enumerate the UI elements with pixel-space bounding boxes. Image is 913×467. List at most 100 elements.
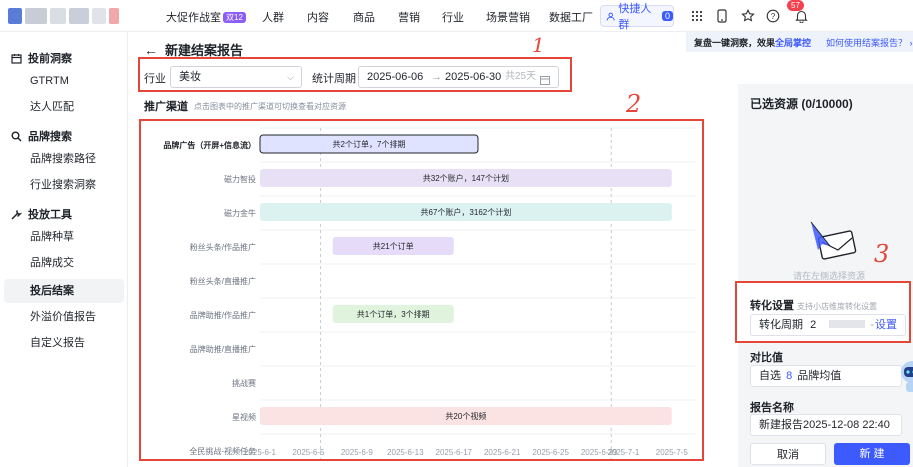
nav-item[interactable]: 场景营销 bbox=[486, 9, 530, 25]
x-tick-label: 2025-6-21 bbox=[484, 448, 521, 457]
bar-label: 共67个账户，3162个计划 bbox=[421, 207, 512, 217]
nav-item[interactable]: 营销 bbox=[398, 9, 420, 25]
quick-audience-count: 0 bbox=[661, 11, 673, 21]
sidebar-group-label: 投前洞察 bbox=[28, 53, 72, 65]
sidebar: 投前洞察 GTRTM 达人匹配 品牌搜索 品牌搜索路径 行业搜索洞察 投放工具 … bbox=[0, 32, 128, 467]
nav-item[interactable]: 人群 bbox=[262, 9, 284, 25]
compare-b: 品牌均值 bbox=[797, 370, 842, 382]
row-label: 品牌助推/作品推广 bbox=[190, 310, 256, 320]
people-icon bbox=[606, 12, 615, 20]
help-link[interactable]: 如何使用结案报告？ › bbox=[826, 36, 913, 49]
bar-label: 共21个订单 bbox=[373, 241, 414, 251]
star-check-icon[interactable] bbox=[740, 8, 756, 24]
row-label: 粉丝头条/直播推广 bbox=[190, 276, 256, 286]
date-range-picker[interactable]: 2025-06-06 → 2025-06-30 共25天 bbox=[358, 66, 559, 88]
sidebar-item-kol-match[interactable]: 达人匹配 bbox=[4, 95, 124, 119]
back-arrow-icon[interactable]: ← bbox=[144, 43, 158, 57]
conversion-period-field[interactable]: 转化周期 2 - 设置 bbox=[750, 314, 906, 336]
quick-audience-button[interactable]: 快捷人群 0 bbox=[600, 3, 674, 31]
studio-badge: 双12 bbox=[223, 12, 246, 23]
nav-item[interactable]: 行业 bbox=[442, 9, 464, 25]
row-label: 磁力智投 bbox=[224, 174, 256, 184]
apps-icon[interactable] bbox=[689, 8, 705, 24]
sidebar-group-label: 投放工具 bbox=[28, 209, 72, 221]
selected-title: 已选资源 (0/10000) bbox=[750, 97, 853, 111]
brand-logo[interactable] bbox=[8, 8, 120, 24]
annotation-number-2: 2 bbox=[626, 90, 642, 118]
gantt-chart: 品牌广告（开屏+信息流） 磁力智投磁力金牛粉丝头条/作品推广粉丝头条/直播推广品牌… bbox=[163, 127, 696, 459]
report-name-value: 新建报告2025-12-08 22:40 bbox=[759, 419, 890, 431]
sidebar-item-industry-search[interactable]: 行业搜索洞察 bbox=[4, 173, 124, 197]
channel-hint: 点击图表中的推广渠道可切换查看对应资源 bbox=[194, 102, 346, 111]
create-button[interactable]: 新 建 bbox=[834, 443, 910, 465]
quick-audience-label: 快捷人群 bbox=[618, 3, 652, 31]
sidebar-item-custom-report[interactable]: 自定义报告 bbox=[4, 331, 124, 355]
sidebar-item-brand-seeding[interactable]: 品牌种草 bbox=[4, 225, 124, 249]
conversion-sub: 支持小店维度转化设置 bbox=[797, 302, 877, 311]
nav-item[interactable]: 商品 bbox=[353, 9, 375, 25]
compare-a: 自选 bbox=[759, 370, 781, 382]
sidebar-group-search[interactable]: 品牌搜索 bbox=[10, 128, 72, 144]
notification-badge: 57 bbox=[787, 0, 804, 11]
sidebar-item-gtrtm[interactable]: GTRTM bbox=[4, 69, 124, 93]
nav-item[interactable]: 内容 bbox=[307, 9, 329, 25]
industry-label: 行业 bbox=[144, 73, 166, 85]
sidebar-item-brand-search-path[interactable]: 品牌搜索路径 bbox=[4, 147, 124, 171]
empty-illustration-icon bbox=[810, 221, 857, 260]
channel-title: 推广渠道 bbox=[144, 101, 188, 113]
sidebar-item-post-campaign[interactable]: 投后结案 bbox=[4, 279, 124, 303]
filter-row: 行业 美妆 ⌵ 统计周期 2025-06-06 → 2025-06-30 共25… bbox=[144, 66, 569, 88]
row-label: 粉丝头条/作品推广 bbox=[190, 242, 256, 252]
report-name-label: 报告名称 bbox=[750, 402, 794, 414]
compare-label: 对比值 bbox=[750, 352, 783, 364]
assistant-robot-icon[interactable] bbox=[898, 360, 913, 394]
top-bar: 大促作战室 双12 人群 内容 商品 营销 行业 场景营销 数据工厂 快捷人群 0… bbox=[0, 0, 913, 32]
conversion-field-label: 转化周期 bbox=[759, 319, 803, 331]
bar-label: 共2个订单，7个排期 bbox=[333, 139, 406, 149]
calendar-icon bbox=[10, 52, 22, 64]
sidebar-group-insight[interactable]: 投前洞察 bbox=[10, 50, 72, 66]
promo-banner: 复盘一键洞察，效果 全局掌控 如何使用结案报告？ › bbox=[686, 32, 913, 52]
row-label: 品牌助推/直播推广 bbox=[190, 344, 256, 354]
sidebar-group-label: 品牌搜索 bbox=[28, 131, 72, 143]
bar-label: 共20个视频 bbox=[445, 411, 486, 421]
x-tick-label: 2025-6-5 bbox=[292, 448, 325, 457]
help-link-label: 如何使用结案报告？ bbox=[826, 37, 908, 48]
row-label: 挑战赛 bbox=[232, 378, 256, 388]
blurred-value bbox=[829, 320, 866, 328]
help-icon[interactable]: ? bbox=[765, 8, 781, 24]
report-name-input[interactable]: 新建报告2025-12-08 22:40 bbox=[750, 414, 902, 436]
mobile-icon[interactable] bbox=[714, 8, 730, 24]
x-tick-label: 2025-6-9 bbox=[341, 448, 374, 457]
date-arrow: → bbox=[431, 71, 442, 83]
row-label: 品牌广告（开屏+信息流） bbox=[163, 140, 256, 150]
compare-num: 8 bbox=[786, 370, 793, 382]
sidebar-item-brand-conversion[interactable]: 品牌成交 bbox=[4, 251, 124, 275]
x-tick-label: 2025-6-1 bbox=[244, 448, 277, 457]
row-label: 磁力金牛 bbox=[224, 208, 256, 218]
chevron-down-icon: ⌵ bbox=[287, 72, 294, 82]
sidebar-group-tools[interactable]: 投放工具 bbox=[10, 206, 72, 222]
search-icon bbox=[10, 130, 22, 142]
nav-item[interactable]: 数据工厂 bbox=[549, 9, 593, 25]
compare-field[interactable]: 自选 8 品牌均值 bbox=[750, 365, 902, 387]
promo-highlight: 全局掌控 bbox=[775, 37, 812, 48]
sidebar-item-spillover-report[interactable]: 外溢价值报告 bbox=[4, 305, 124, 329]
date-end: 2025-06-30 bbox=[445, 71, 502, 83]
x-tick-label: 2025-7-1 bbox=[607, 448, 640, 457]
nav-studio-label: 大促作战室 bbox=[166, 12, 221, 24]
annotation-number-3: 3 bbox=[874, 240, 890, 268]
nav-studio[interactable]: 大促作战室 双12 bbox=[166, 9, 246, 25]
cancel-button[interactable]: 取消 bbox=[750, 443, 826, 465]
calendar-icon bbox=[540, 72, 550, 92]
bar-label: 共1个订单，3个排期 bbox=[357, 309, 430, 319]
x-tick-label: 2025-7-5 bbox=[656, 448, 689, 457]
industry-value: 美妆 bbox=[179, 71, 201, 83]
conversion-settings-link[interactable]: 设置 bbox=[875, 315, 897, 335]
tools-icon bbox=[10, 208, 22, 220]
promo-text: 复盘一键洞察，效果 bbox=[694, 37, 776, 48]
industry-select[interactable]: 美妆 ⌵ bbox=[170, 66, 302, 88]
conversion-title: 转化设置 bbox=[750, 300, 794, 312]
x-tick-label: 2025-6-25 bbox=[532, 448, 569, 457]
conversion-field-value: 2 bbox=[810, 319, 817, 331]
